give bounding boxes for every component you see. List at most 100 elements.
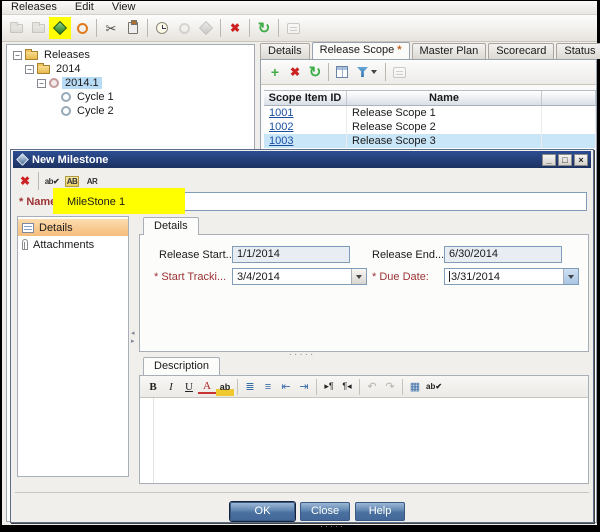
resize-grip[interactable]: ····· bbox=[320, 521, 345, 531]
dirty-marker: * bbox=[397, 44, 401, 56]
refresh-scope-button[interactable]: ↻ bbox=[305, 62, 325, 82]
italic-button[interactable]: I bbox=[162, 378, 180, 396]
close-button[interactable]: Close bbox=[300, 502, 350, 521]
table-row-selected[interactable]: 1003 Release Scope 3 bbox=[264, 134, 596, 148]
sidebar-splitter[interactable]: ◂▸ bbox=[131, 330, 138, 346]
rtl-paragraph-button[interactable]: ¶◂ bbox=[338, 378, 356, 396]
clear-all-fields-button[interactable]: ✖ bbox=[15, 171, 35, 191]
column-header-scope-item-id[interactable]: Scope Item ID bbox=[264, 91, 347, 105]
release-end-field: 6/30/2014 bbox=[444, 246, 562, 263]
filter-button[interactable] bbox=[352, 62, 382, 82]
paste-button[interactable] bbox=[122, 17, 144, 39]
maximize-button[interactable]: □ bbox=[558, 154, 572, 166]
table-header: Scope Item ID Name bbox=[264, 91, 596, 106]
horizontal-splitter[interactable]: ····· bbox=[11, 349, 593, 360]
font-color-button[interactable]: A bbox=[198, 379, 216, 394]
dropdown-button[interactable] bbox=[563, 269, 578, 284]
column-header-name[interactable]: Name bbox=[347, 91, 542, 105]
release-start-label: Release Start... bbox=[159, 249, 235, 261]
clock-icon bbox=[156, 22, 168, 34]
undo-button[interactable]: ↶ bbox=[363, 378, 381, 396]
refresh-all-button[interactable]: ↻ bbox=[253, 17, 275, 39]
cycle-icon bbox=[61, 106, 71, 116]
sidebar-item-attachments[interactable]: Attachments bbox=[18, 236, 128, 253]
spell-check-icon: ab✔ bbox=[45, 177, 60, 186]
tab-status[interactable]: Status bbox=[556, 43, 600, 59]
scope-item-id-link[interactable]: 1001 bbox=[269, 107, 293, 119]
select-columns-button[interactable] bbox=[332, 62, 352, 82]
delete-scope-item-button[interactable]: ✖ bbox=[285, 62, 305, 82]
close-button[interactable]: × bbox=[574, 154, 588, 166]
scope-comment-button[interactable] bbox=[389, 62, 409, 82]
dialog-title-bar[interactable]: New Milestone _ □ × bbox=[13, 151, 591, 168]
clock-button[interactable] bbox=[151, 17, 173, 39]
release-tabs: Details Release Scope* Master Plan Score… bbox=[260, 42, 597, 59]
toolbar-separator bbox=[38, 172, 39, 190]
comment-button[interactable] bbox=[282, 17, 304, 39]
delete-button[interactable]: ✖ bbox=[224, 17, 246, 39]
add-scope-item-button[interactable]: + bbox=[265, 62, 285, 82]
menu-releases[interactable]: Releases bbox=[2, 1, 66, 14]
table-row[interactable]: 1002 Release Scope 2 bbox=[264, 120, 596, 134]
dropdown-button[interactable] bbox=[351, 269, 366, 284]
underline-button[interactable]: U bbox=[180, 378, 198, 396]
tree-item-2014[interactable]: − 2014 bbox=[7, 62, 254, 76]
column-header-extra[interactable] bbox=[542, 91, 596, 105]
editor-spell-check-button[interactable]: ab✔ bbox=[424, 378, 444, 396]
tree-item-cycle-2[interactable]: Cycle 2 bbox=[7, 104, 254, 118]
decrease-indent-button[interactable]: ⇤ bbox=[277, 378, 295, 396]
tab-dialog-details[interactable]: Details bbox=[143, 217, 199, 235]
ltr-paragraph-button[interactable]: ▸¶ bbox=[320, 378, 338, 396]
new-cycle-button[interactable] bbox=[71, 17, 93, 39]
comment-icon bbox=[393, 67, 406, 78]
menu-view[interactable]: View bbox=[103, 1, 145, 14]
collapse-icon[interactable]: − bbox=[13, 51, 22, 60]
tab-description[interactable]: Description bbox=[143, 357, 220, 375]
tree-item-2014-1[interactable]: − 2014.1 bbox=[7, 76, 254, 90]
paste-icon bbox=[128, 22, 138, 34]
milestone-secondary-button[interactable] bbox=[195, 17, 217, 39]
tree-item-cycle-1[interactable]: Cycle 1 bbox=[7, 90, 254, 104]
insert-table-button[interactable]: ▦ bbox=[406, 378, 424, 396]
scope-item-id-link[interactable]: 1003 bbox=[269, 135, 293, 147]
bulleted-list-button[interactable]: ≣ bbox=[241, 378, 259, 396]
description-text-area[interactable] bbox=[140, 398, 588, 483]
toolbar-separator bbox=[96, 19, 97, 37]
menu-edit[interactable]: Edit bbox=[66, 1, 103, 14]
due-date-combo[interactable]: 3/31/2014 bbox=[444, 268, 579, 285]
scope-item-extra bbox=[542, 134, 596, 148]
tree-item-releases[interactable]: − Releases bbox=[7, 48, 254, 62]
help-button[interactable]: Help bbox=[355, 502, 405, 521]
cut-button[interactable]: ✂ bbox=[100, 17, 122, 39]
editor-margin-gutter bbox=[153, 398, 154, 483]
tab-master-plan[interactable]: Master Plan bbox=[412, 43, 487, 59]
scope-item-id-link[interactable]: 1002 bbox=[269, 121, 293, 133]
new-release-button[interactable] bbox=[27, 17, 49, 39]
ok-button[interactable]: OK bbox=[230, 502, 295, 521]
milestone-icon bbox=[53, 21, 67, 35]
new-folder-button[interactable] bbox=[5, 17, 27, 39]
tab-release-scope[interactable]: Release Scope* bbox=[312, 42, 410, 59]
numbered-list-button[interactable]: ≡ bbox=[259, 378, 277, 396]
toolbar-separator bbox=[220, 19, 221, 37]
table-row[interactable]: 1001 Release Scope 1 bbox=[264, 106, 596, 120]
collapse-icon[interactable]: − bbox=[25, 65, 34, 74]
tab-details[interactable]: Details bbox=[260, 43, 310, 59]
increase-indent-button[interactable]: ⇥ bbox=[295, 378, 313, 396]
redo-button[interactable]: ↷ bbox=[381, 378, 399, 396]
toolbar-separator bbox=[249, 19, 250, 37]
expand-right-icon[interactable]: ▸ bbox=[131, 338, 138, 346]
editor-toolbar: B I U A ab ≣ ≡ ⇤ ⇥ ▸¶ ¶◂ ↶ ↷ ▦ ab✔ bbox=[140, 376, 588, 398]
sidebar-item-details[interactable]: Details bbox=[18, 219, 128, 236]
minimize-button[interactable]: _ bbox=[542, 154, 556, 166]
text-highlight-button[interactable]: ab bbox=[216, 378, 234, 396]
start-tracking-combo[interactable]: 3/4/2014 bbox=[232, 268, 367, 285]
collapse-icon[interactable]: − bbox=[37, 79, 46, 88]
scope-item-extra bbox=[542, 106, 596, 120]
collapse-left-icon[interactable]: ◂ bbox=[131, 330, 138, 338]
cycle-secondary-button[interactable] bbox=[173, 17, 195, 39]
bold-button[interactable]: B bbox=[144, 378, 162, 396]
tab-scorecard[interactable]: Scorecard bbox=[488, 43, 554, 59]
scope-item-name: Release Scope 1 bbox=[347, 106, 542, 120]
new-milestone-button[interactable] bbox=[49, 17, 71, 39]
